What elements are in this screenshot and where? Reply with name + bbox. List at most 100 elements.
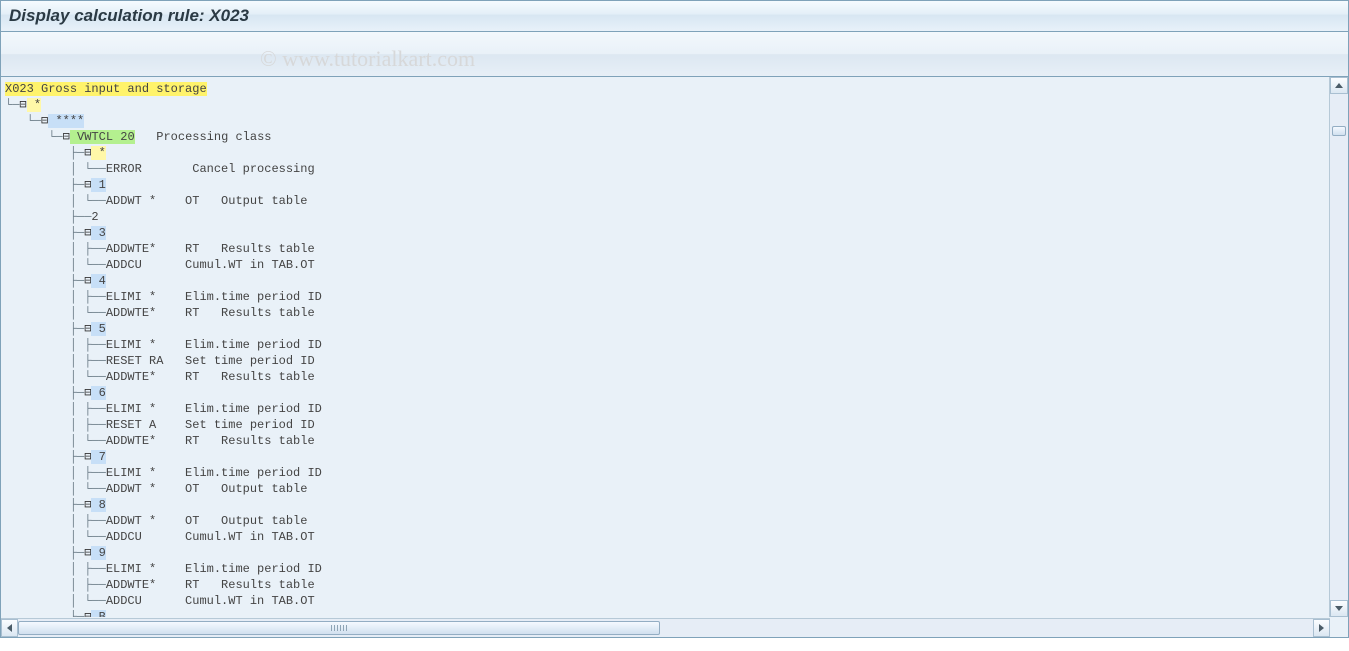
tree-line[interactable]: ├─⊟ 7 (5, 449, 1348, 465)
tree-connector: │ ├── (5, 290, 106, 304)
hscroll-thumb[interactable] (18, 621, 660, 635)
tree-node-key: **** (48, 114, 84, 128)
vscroll-thumb[interactable] (1332, 126, 1346, 136)
tree-connector: ├─ (5, 146, 84, 160)
tree-root-line[interactable]: X023 Gross input and storage (5, 81, 1348, 97)
tree-line[interactable]: └─⊟ **** (5, 113, 1348, 129)
tree-node-key: 4 (91, 274, 105, 288)
tree-connector: │ ├── (5, 418, 106, 432)
expand-collapse-icon[interactable]: ⊟ (63, 130, 70, 144)
tree-connector: ├─ (5, 386, 84, 400)
toolbar-strip (0, 32, 1349, 77)
scroll-left-button[interactable] (1, 619, 18, 637)
tree-line[interactable]: │ └──ERROR Cancel processing (5, 161, 1348, 177)
tree-connector: ├─ (5, 274, 84, 288)
tree-line[interactable]: ├─⊟ 1 (5, 177, 1348, 193)
tree-line[interactable]: │ ├──ADDWTE* RT Results table (5, 241, 1348, 257)
vertical-scrollbar[interactable] (1329, 77, 1348, 617)
tree-node-text: ELIMI * Elim.time period ID (106, 562, 322, 576)
tree-node-text: Processing class (135, 130, 272, 144)
tree-line[interactable]: ├─⊟ 3 (5, 225, 1348, 241)
tree-line[interactable]: │ └──ADDWT * OT Output table (5, 193, 1348, 209)
hscroll-track[interactable] (18, 619, 1313, 637)
tree-connector: │ ├── (5, 578, 106, 592)
calculation-rule-tree[interactable]: X023 Gross input and storage└─⊟ * └─⊟ **… (1, 77, 1348, 617)
tree-node-text: ADDWTE* RT Results table (106, 306, 315, 320)
scroll-right-button[interactable] (1313, 619, 1330, 637)
tree-node-text: ADDWT * OT Output table (106, 194, 308, 208)
tree-connector: │ └── (5, 194, 106, 208)
tree-connector: ├─ (5, 178, 84, 192)
tree-node-text: ADDCU Cumul.WT in TAB.OT (106, 530, 315, 544)
tree-connector: ├── (5, 210, 91, 224)
tree-line[interactable]: └─⊟ VWTCL 20 Processing class (5, 129, 1348, 145)
tree-line[interactable]: ├─⊟ B (5, 609, 1348, 617)
tree-line[interactable]: │ ├──ELIMI * Elim.time period ID (5, 289, 1348, 305)
rule-description: Gross input and storage (34, 82, 207, 96)
scroll-down-button[interactable] (1330, 600, 1348, 617)
tree-line[interactable]: │ ├──ELIMI * Elim.time period ID (5, 465, 1348, 481)
content-area: X023 Gross input and storage└─⊟ * └─⊟ **… (0, 77, 1349, 638)
tree-connector: ├─ (5, 610, 84, 617)
tree-line[interactable]: │ └──ADDCU Cumul.WT in TAB.OT (5, 593, 1348, 609)
tree-node-text: ELIMI * Elim.time period ID (106, 338, 322, 352)
tree-connector: │ ├── (5, 562, 106, 576)
tree-line[interactable]: ├─⊟ 6 (5, 385, 1348, 401)
tree-line[interactable]: ├─⊟ 5 (5, 321, 1348, 337)
tree-line[interactable]: │ └──ADDWTE* RT Results table (5, 433, 1348, 449)
tree-line[interactable]: │ ├──ELIMI * Elim.time period ID (5, 561, 1348, 577)
tree-line[interactable]: │ └──ADDCU Cumul.WT in TAB.OT (5, 257, 1348, 273)
horizontal-scrollbar[interactable] (1, 618, 1330, 637)
tree-node-text: ADDWTE* RT Results table (106, 242, 315, 256)
tree-connector: │ └── (5, 370, 106, 384)
tree-node-text: ADDWTE* RT Results table (106, 578, 315, 592)
tree-node-text: ADDWTE* RT Results table (106, 370, 315, 384)
tree-line[interactable]: │ ├──ADDWT * OT Output table (5, 513, 1348, 529)
tree-node-key: 1 (91, 178, 105, 192)
tree-line[interactable]: └─⊟ * (5, 97, 1348, 113)
tree-line[interactable]: ├─⊟ 4 (5, 273, 1348, 289)
tree-node-text: 2 (91, 210, 98, 224)
tree-line[interactable]: │ └──ADDWT * OT Output table (5, 481, 1348, 497)
tree-connector: │ ├── (5, 466, 106, 480)
tree-line[interactable]: │ ├──ELIMI * Elim.time period ID (5, 401, 1348, 417)
tree-line[interactable]: │ ├──ADDWTE* RT Results table (5, 577, 1348, 593)
tree-node-key: * (27, 98, 41, 112)
triangle-up-icon (1335, 83, 1343, 88)
tree-connector: └─ (5, 130, 63, 144)
tree-line[interactable]: ├─⊟ * (5, 145, 1348, 161)
tree-line[interactable]: │ ├──RESET RA Set time period ID (5, 353, 1348, 369)
tree-node-key: VWTCL 20 (70, 130, 135, 144)
tree-line[interactable]: │ ├──ELIMI * Elim.time period ID (5, 337, 1348, 353)
tree-node-key: 9 (91, 546, 105, 560)
tree-connector: ├─ (5, 226, 84, 240)
tree-connector: │ └── (5, 258, 106, 272)
tree-node-key: 3 (91, 226, 105, 240)
tree-connector: │ └── (5, 434, 106, 448)
tree-connector: ├─ (5, 450, 84, 464)
tree-line[interactable]: ├──2 (5, 209, 1348, 225)
tree-connector: │ ├── (5, 242, 106, 256)
window-title: Display calculation rule: X023 (9, 6, 249, 25)
tree-node-text: ADDWT * OT Output table (106, 482, 308, 496)
tree-node-key: 8 (91, 498, 105, 512)
tree-node-text: ADDWTE* RT Results table (106, 434, 315, 448)
thumb-grip-icon (331, 625, 347, 631)
tree-connector: │ └── (5, 162, 106, 176)
tree-node-key: 6 (91, 386, 105, 400)
vscroll-track[interactable] (1330, 94, 1348, 600)
tree-line[interactable]: ├─⊟ 9 (5, 545, 1348, 561)
tree-line[interactable]: │ └──ADDCU Cumul.WT in TAB.OT (5, 529, 1348, 545)
tree-line[interactable]: │ └──ADDWTE* RT Results table (5, 369, 1348, 385)
tree-line[interactable]: │ ├──RESET A Set time period ID (5, 417, 1348, 433)
scroll-up-button[interactable] (1330, 77, 1348, 94)
triangle-right-icon (1319, 624, 1324, 632)
triangle-left-icon (7, 624, 12, 632)
tree-line[interactable]: ├─⊟ 8 (5, 497, 1348, 513)
expand-collapse-icon[interactable]: ⊟ (19, 98, 26, 112)
tree-line[interactable]: │ └──ADDWTE* RT Results table (5, 305, 1348, 321)
tree-node-key: B (91, 610, 105, 617)
tree-node-key: 7 (91, 450, 105, 464)
tree-node-text: RESET RA Set time period ID (106, 354, 315, 368)
tree-node-text: ADDCU Cumul.WT in TAB.OT (106, 258, 315, 272)
